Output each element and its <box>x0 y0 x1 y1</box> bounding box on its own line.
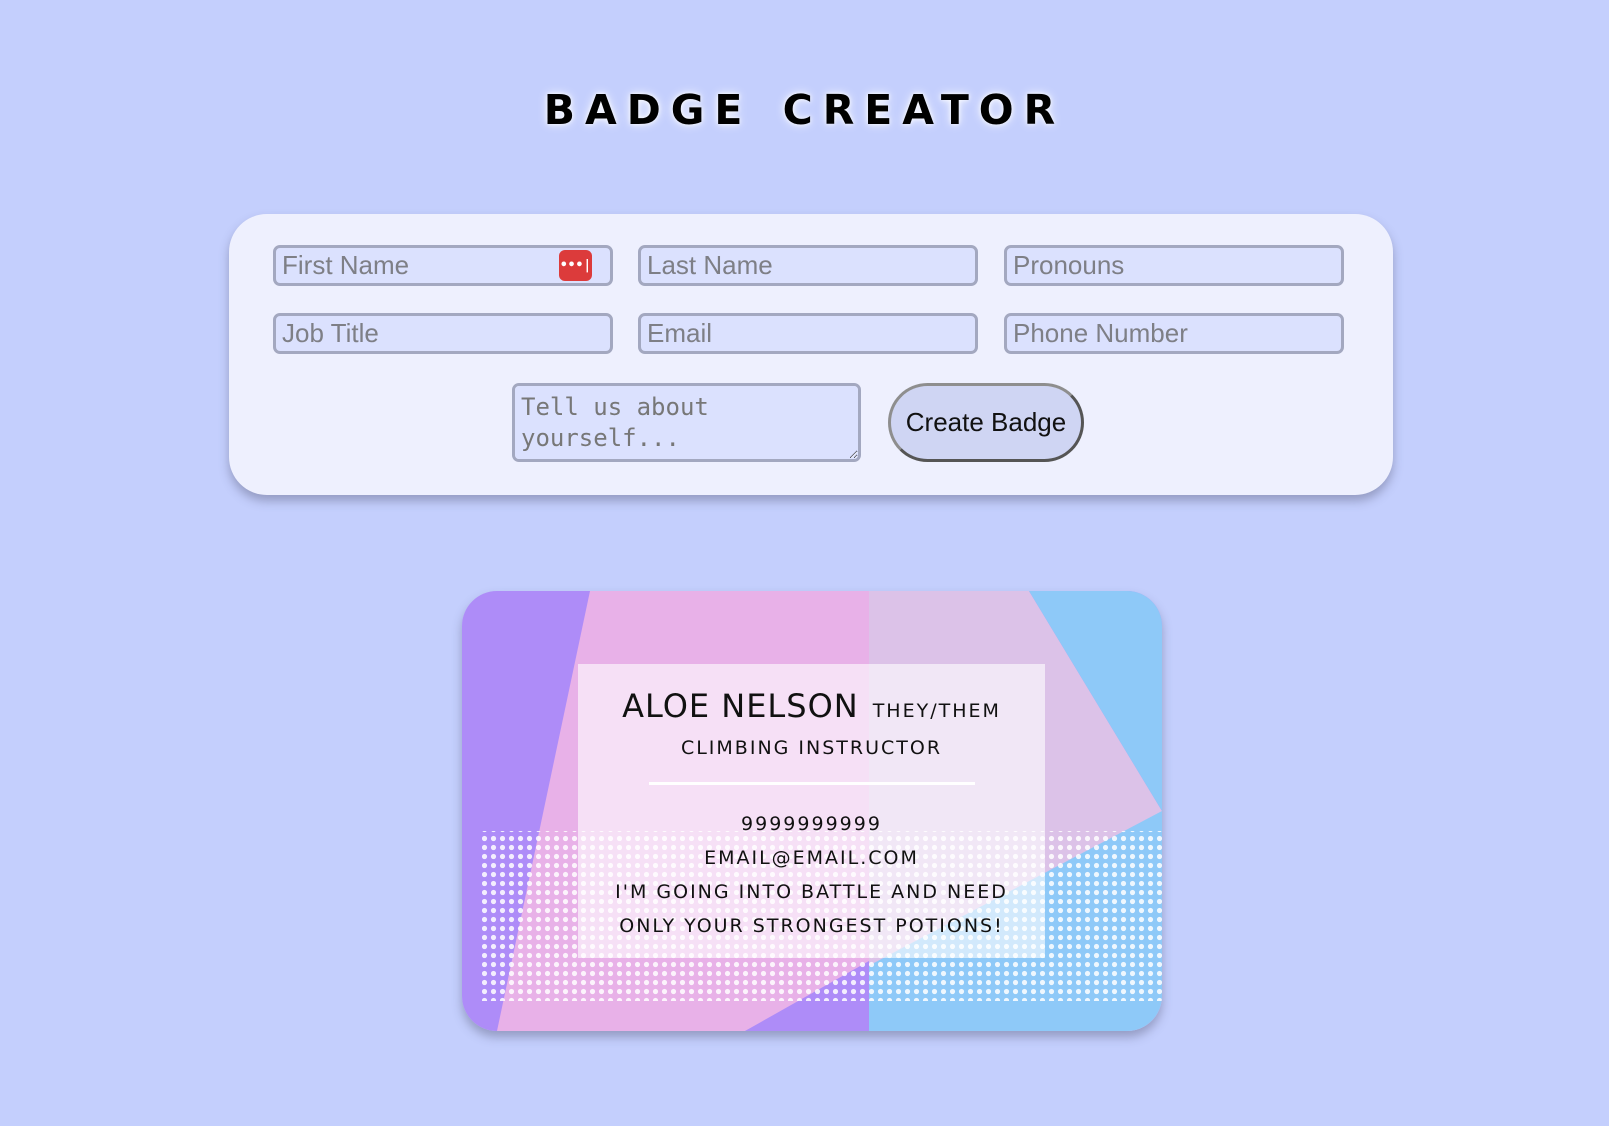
create-badge-button[interactable]: Create Badge <box>888 383 1084 462</box>
page-title: Badge Creator <box>543 70 1066 138</box>
password-manager-icon[interactable]: •••| <box>559 250 592 281</box>
last-name-input[interactable] <box>638 245 978 286</box>
badge-name-line: ALOE NELSON THEY/THEM <box>578 686 1045 732</box>
pronouns-input[interactable] <box>1004 245 1344 286</box>
badge-divider <box>648 782 975 785</box>
badge-name: ALOE NELSON <box>622 687 859 725</box>
email-input[interactable] <box>638 313 978 354</box>
badge-bio: I'M GOING INTO BATTLE AND NEED ONLY YOUR… <box>615 881 1008 937</box>
job-title-input[interactable] <box>273 313 613 354</box>
badge-email: EMAIL@EMAIL.COM <box>704 847 919 869</box>
bio-textarea[interactable] <box>512 383 861 462</box>
badge-pronouns: THEY/THEM <box>872 700 1001 722</box>
badge-form: •••| Create Badge <box>229 214 1393 495</box>
badge-preview: ALOE NELSON THEY/THEM CLIMBING INSTRUCTOR… <box>462 591 1162 1031</box>
phone-number-input[interactable] <box>1004 313 1344 354</box>
badge-phone: 9999999999 <box>741 813 882 835</box>
badge-info-card: ALOE NELSON THEY/THEM CLIMBING INSTRUCTOR… <box>578 664 1045 958</box>
first-name-wrapper: •••| <box>273 245 613 286</box>
badge-job-title: CLIMBING INSTRUCTOR <box>680 737 943 759</box>
